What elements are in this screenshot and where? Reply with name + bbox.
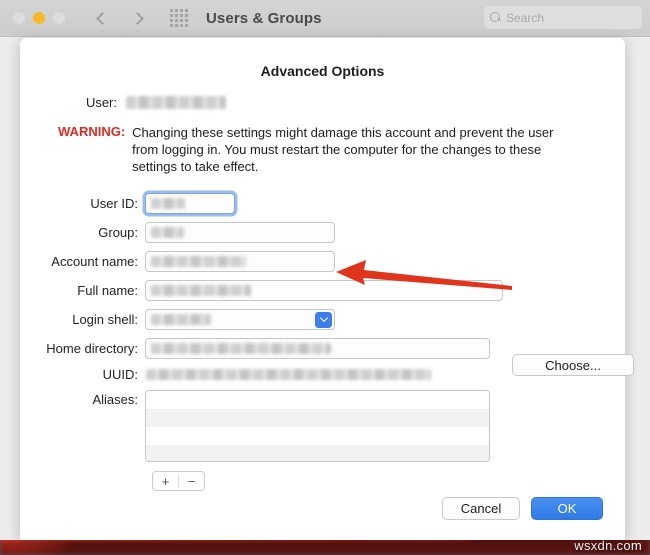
- login-shell-label: Login shell:: [42, 312, 145, 327]
- list-item[interactable]: [146, 409, 489, 427]
- dialog-action-buttons: Cancel OK: [442, 497, 603, 520]
- user-label: User:: [58, 95, 117, 110]
- advanced-options-form: User ID: Group: Account name: Full name:: [42, 193, 603, 491]
- field-row-aliases: Aliases:: [42, 390, 603, 462]
- warning-message: WARNING: Changing these settings might d…: [42, 124, 603, 175]
- search-icon: [490, 12, 501, 23]
- traffic-light-buttons: [13, 12, 65, 24]
- close-window-button[interactable]: [13, 12, 25, 24]
- zoom-window-button[interactable]: [53, 12, 65, 24]
- alias-segmented-control: + −: [152, 471, 205, 491]
- uuid-label: UUID:: [42, 367, 145, 382]
- account-name-value-redacted: [151, 256, 246, 267]
- dialog-title: Advanced Options: [42, 38, 603, 79]
- group-input[interactable]: [145, 222, 335, 243]
- window-toolbar: Users & Groups Search: [0, 0, 650, 37]
- alias-controls-row: + −: [42, 471, 603, 491]
- navigation-buttons: [98, 14, 142, 23]
- search-placeholder: Search: [506, 11, 544, 25]
- user-id-input[interactable]: [145, 193, 235, 214]
- field-row-login-shell: Login shell:: [42, 309, 603, 330]
- field-row-user-id: User ID:: [42, 193, 603, 214]
- user-value-redacted: [126, 96, 226, 109]
- user-row: User:: [42, 95, 603, 110]
- group-label: Group:: [42, 225, 145, 240]
- account-name-label: Account name:: [42, 254, 145, 269]
- ok-button[interactable]: OK: [531, 497, 603, 520]
- uuid-value-redacted: [146, 369, 431, 380]
- advanced-options-dialog: Advanced Options User: WARNING: Changing…: [20, 38, 625, 540]
- field-row-full-name: Full name:: [42, 280, 603, 301]
- page-title: Users & Groups: [206, 10, 322, 27]
- show-all-grid-icon[interactable]: [170, 9, 188, 27]
- home-directory-input[interactable]: [145, 338, 490, 359]
- cancel-button[interactable]: Cancel: [442, 497, 520, 520]
- warning-text: Changing these settings might damage thi…: [132, 124, 572, 175]
- watermark: wsxdn.com: [574, 538, 642, 553]
- chevron-left-icon[interactable]: [96, 12, 109, 25]
- login-shell-combobox[interactable]: [145, 309, 335, 330]
- full-name-label: Full name:: [42, 283, 145, 298]
- home-directory-value-redacted: [151, 343, 331, 354]
- chevron-down-icon[interactable]: [315, 312, 332, 328]
- user-id-label: User ID:: [42, 196, 145, 211]
- list-item[interactable]: [146, 427, 489, 445]
- list-item[interactable]: [146, 445, 489, 462]
- home-directory-label: Home directory:: [42, 341, 145, 356]
- list-item[interactable]: [146, 391, 489, 409]
- warning-label: WARNING:: [58, 124, 125, 175]
- group-value-redacted: [151, 227, 184, 238]
- account-name-input[interactable]: [145, 251, 335, 272]
- remove-alias-button[interactable]: −: [179, 472, 204, 490]
- minimize-window-button[interactable]: [33, 12, 45, 24]
- choose-button[interactable]: Choose...: [512, 354, 634, 376]
- add-alias-button[interactable]: +: [153, 472, 178, 490]
- aliases-list[interactable]: [145, 390, 490, 462]
- full-name-value-redacted: [151, 285, 251, 296]
- field-row-group: Group:: [42, 222, 603, 243]
- full-name-input[interactable]: [145, 280, 503, 301]
- user-id-value-redacted: [151, 198, 185, 209]
- aliases-label: Aliases:: [42, 390, 145, 462]
- field-row-account-name: Account name:: [42, 251, 603, 272]
- chevron-right-icon[interactable]: [131, 12, 144, 25]
- search-input[interactable]: Search: [484, 6, 642, 29]
- login-shell-value-redacted: [151, 314, 211, 325]
